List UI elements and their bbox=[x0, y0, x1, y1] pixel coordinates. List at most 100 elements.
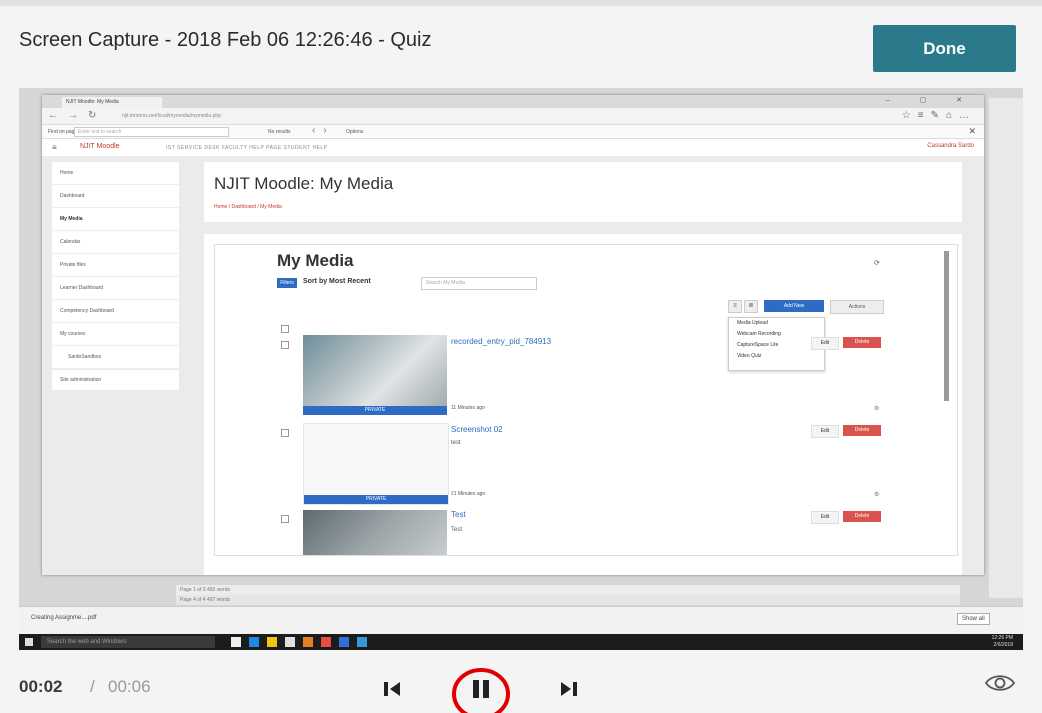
browser-tab[interactable]: NJIT Moodle: My Media bbox=[62, 97, 162, 108]
show-all-button[interactable]: Show all bbox=[957, 613, 990, 625]
entry-checkbox[interactable] bbox=[281, 515, 289, 523]
taskbar-clock[interactable]: 12:26 PM 2/6/2018 bbox=[957, 635, 1013, 649]
browser-toolbar-icons[interactable]: ☆≡✎⌂… bbox=[902, 110, 976, 121]
menu-webcam-recording[interactable]: Webcam Recording bbox=[729, 329, 824, 340]
entry-description: test bbox=[451, 440, 461, 446]
list-view-icon[interactable]: ≡ bbox=[728, 300, 742, 313]
pause-button[interactable] bbox=[451, 668, 511, 713]
menu-media-upload[interactable]: Media Upload bbox=[729, 318, 824, 329]
screen-capture-frame: Page 1 of 3 450 words Page 4 of 4 497 wo… bbox=[19, 88, 1023, 650]
edge-icon[interactable] bbox=[249, 637, 259, 647]
private-badge: PRIVATE bbox=[304, 495, 448, 504]
entry-meta: 11 Minutes ago bbox=[451, 405, 485, 411]
private-badge: PRIVATE bbox=[303, 406, 447, 415]
moodle-page-title: NJIT Moodle: My Media bbox=[214, 174, 394, 193]
done-button[interactable]: Done bbox=[873, 25, 1016, 72]
sidebar-item-private-files[interactable]: Private files bbox=[52, 254, 179, 277]
find-arrows-icon[interactable]: ‹› bbox=[312, 125, 335, 136]
select-all-checkbox[interactable] bbox=[281, 325, 289, 333]
sidebar-item-competency-dashboard[interactable]: Competency Dashboard bbox=[52, 300, 179, 323]
media-search-input[interactable]: Search My Media bbox=[421, 277, 537, 290]
moodle-nav-links[interactable]: IST SERVICE DESK FACULTY HELP PAGE STUDE… bbox=[166, 145, 328, 151]
eye-icon[interactable] bbox=[984, 672, 1016, 694]
entry-thumbnail[interactable]: PRIVATE bbox=[303, 423, 449, 505]
address-input[interactable]: njit.mrooms.net/local/mymedia/mymedia.ph… bbox=[122, 112, 602, 121]
breadcrumb[interactable]: Home / Dashboard / My Media bbox=[214, 204, 282, 210]
find-bar: Find on page Enter text to search No res… bbox=[42, 125, 984, 139]
entry-checkbox[interactable] bbox=[281, 429, 289, 437]
nav-arrows-icon[interactable]: ←→↻ bbox=[48, 110, 106, 121]
word-ruler bbox=[989, 98, 1023, 598]
scrollbar[interactable] bbox=[944, 251, 949, 401]
entry-checkbox[interactable] bbox=[281, 341, 289, 349]
menu-capturespace-lite[interactable]: CaptureSpace Lite bbox=[729, 340, 824, 351]
firefox-icon[interactable] bbox=[303, 637, 313, 647]
word-icon[interactable] bbox=[339, 637, 349, 647]
sidebar-item-dashboard[interactable]: Dashboard bbox=[52, 185, 179, 208]
word-status-bar: Page 1 of 3 450 words bbox=[176, 585, 960, 595]
moodle-sidebar: Home Dashboard My Media Calendar Private… bbox=[52, 162, 179, 369]
app-icon[interactable] bbox=[357, 637, 367, 647]
entry-title[interactable]: Screenshot 02 bbox=[451, 425, 503, 434]
duration: 00:06 bbox=[108, 677, 151, 696]
actions-button[interactable]: Actions bbox=[830, 300, 884, 314]
find-label: Find on page bbox=[48, 129, 78, 135]
top-divider bbox=[0, 0, 1042, 6]
sidebar-item-site-admin[interactable]: Site administration bbox=[52, 370, 179, 390]
entry-thumbnail[interactable] bbox=[303, 510, 447, 555]
main-content-box: My Media ⟳ Filters Sort by Most Recent S… bbox=[204, 234, 962, 575]
sidebar-item-learner-dashboard[interactable]: Learner Dashboard bbox=[52, 277, 179, 300]
sidebar-item-home[interactable]: Home bbox=[52, 162, 179, 185]
gear-icon[interactable]: ⚙ bbox=[874, 491, 879, 498]
my-media-title: My Media bbox=[277, 251, 354, 270]
sort-dropdown[interactable]: Sort by Most Recent bbox=[303, 278, 371, 285]
delete-button[interactable]: Delete bbox=[843, 337, 881, 348]
chrome-icon[interactable] bbox=[321, 637, 331, 647]
edit-button[interactable]: Edit bbox=[811, 337, 839, 350]
page-header-box: NJIT Moodle: My Media Home / Dashboard /… bbox=[204, 162, 962, 222]
previous-frame-icon[interactable] bbox=[380, 677, 404, 701]
entry-description: Test bbox=[451, 527, 463, 533]
browser-tab-strip: NJIT Moodle: My Media – ▢ ✕ bbox=[42, 95, 984, 108]
add-new-button[interactable]: Add New bbox=[764, 300, 824, 312]
store-icon[interactable] bbox=[285, 637, 295, 647]
entry-thumbnail[interactable]: PRIVATE bbox=[303, 335, 447, 415]
user-menu[interactable]: Cassandra Sardo bbox=[927, 143, 974, 149]
refresh-icon[interactable]: ⟳ bbox=[874, 259, 880, 267]
task-view-icon[interactable] bbox=[231, 637, 241, 647]
taskbar-search[interactable]: Search the web and Windows bbox=[41, 636, 215, 648]
hamburger-icon[interactable]: ≡ bbox=[52, 143, 57, 152]
time-separator: / bbox=[90, 677, 95, 696]
entry-meta: 21 Minutes ago bbox=[451, 491, 486, 497]
delete-button[interactable]: Delete bbox=[843, 425, 881, 436]
find-input[interactable]: Enter text to search bbox=[74, 127, 229, 137]
find-close-icon[interactable]: ✕ bbox=[968, 126, 976, 137]
entry-title[interactable]: Test bbox=[451, 510, 466, 519]
sidebar-item-course[interactable]: SardoSandbox bbox=[52, 346, 179, 369]
edit-button[interactable]: Edit bbox=[811, 511, 839, 524]
find-options[interactable]: Options bbox=[346, 129, 363, 135]
sidebar-item-calendar[interactable]: Calendar bbox=[52, 231, 179, 254]
file-explorer-icon[interactable] bbox=[267, 637, 277, 647]
menu-video-quiz[interactable]: Video Quiz bbox=[729, 351, 824, 362]
entry-title[interactable]: recorded_entry_pid_784913 bbox=[451, 337, 551, 346]
clock-time: 12:26 PM bbox=[991, 635, 1013, 641]
gear-icon[interactable]: ⚙ bbox=[874, 405, 879, 412]
sidebar-item-my-media[interactable]: My Media bbox=[52, 208, 179, 231]
moodle-body: Home Dashboard My Media Calendar Private… bbox=[42, 156, 984, 575]
sidebar-item-my-courses[interactable]: My courses bbox=[52, 323, 179, 346]
download-item[interactable]: Creating Assignme....pdf bbox=[31, 615, 96, 621]
filters-button[interactable]: Filters bbox=[277, 278, 297, 288]
browser-window: NJIT Moodle: My Media – ▢ ✕ ←→↻ njit.mro… bbox=[42, 95, 984, 575]
next-frame-icon[interactable] bbox=[557, 677, 581, 701]
moodle-logo[interactable]: NJIT Moodle bbox=[80, 143, 120, 150]
clock-date: 2/6/2018 bbox=[993, 642, 1013, 648]
word-status-bar-2: Page 4 of 4 497 words bbox=[176, 595, 960, 605]
edit-button[interactable]: Edit bbox=[811, 425, 839, 438]
windows-start-icon[interactable] bbox=[25, 638, 33, 646]
delete-button[interactable]: Delete bbox=[843, 511, 881, 522]
browser-address-bar: ←→↻ njit.mrooms.net/local/mymedia/mymedi… bbox=[42, 108, 984, 125]
find-results: No results bbox=[268, 129, 291, 135]
window-controls[interactable]: – ▢ ✕ bbox=[886, 96, 976, 104]
detail-view-icon[interactable]: ≣ bbox=[744, 300, 758, 313]
